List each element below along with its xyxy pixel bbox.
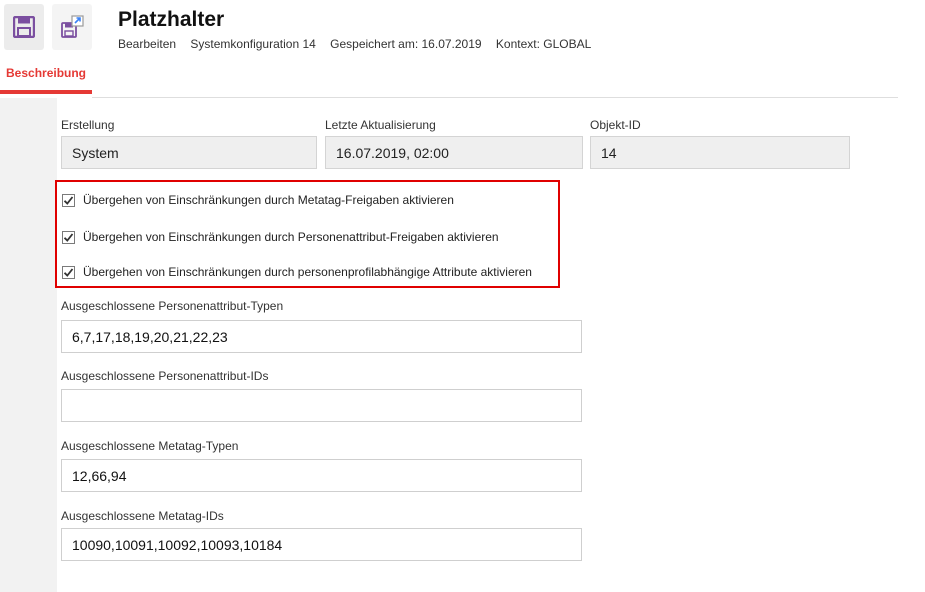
checkbox-label: Übergehen von Einschränkungen durch pers… (83, 265, 532, 279)
checkbox-label: Übergehen von Einschränkungen durch Pers… (83, 230, 499, 244)
save-as-button[interactable] (52, 4, 92, 50)
meta-context: Kontext: GLOBAL (495, 37, 592, 51)
checkbox-row-personenprofil[interactable]: Übergehen von Einschränkungen durch pers… (62, 264, 532, 280)
created-label: Erstellung (61, 118, 115, 132)
object-id-field: 14 (590, 136, 850, 169)
metatag-ids-label: Ausgeschlossene Metatag-IDs (61, 509, 224, 523)
save-button[interactable] (4, 4, 44, 50)
metatag-ids-input[interactable] (61, 528, 582, 561)
updated-field: 16.07.2019, 02:00 (325, 136, 583, 169)
object-id-label: Objekt-ID (590, 118, 641, 132)
header-meta: Bearbeiten Systemkonfiguration 14 Gespei… (118, 37, 602, 51)
check-icon (63, 195, 74, 205)
tab-active-indicator (0, 90, 92, 94)
meta-config: Systemkonfiguration 14 (190, 37, 316, 51)
page-title: Platzhalter (118, 8, 225, 31)
meta-saved: Gespeichert am: 16.07.2019 (330, 37, 482, 51)
updated-label: Letzte Aktualisierung (325, 118, 436, 132)
save-as-icon (61, 15, 84, 38)
person-attr-types-input[interactable] (61, 320, 582, 353)
tab-divider (92, 97, 898, 98)
person-attr-ids-input[interactable] (61, 389, 582, 422)
check-icon (63, 232, 74, 242)
checkbox-row-metatag[interactable]: Übergehen von Einschränkungen durch Meta… (62, 192, 454, 208)
tab-beschreibung[interactable]: Beschreibung (6, 66, 86, 80)
check-icon (63, 267, 74, 277)
left-gutter (0, 98, 57, 592)
checkbox-label: Übergehen von Einschränkungen durch Meta… (83, 193, 454, 207)
checkbox-personenprofil[interactable] (62, 265, 75, 279)
metatag-types-input[interactable] (61, 459, 582, 492)
person-attr-types-label: Ausgeschlossene Personenattribut-Typen (61, 299, 284, 313)
created-field: System (61, 136, 317, 169)
save-icon (13, 16, 35, 38)
checkbox-metatag[interactable] (62, 193, 75, 207)
meta-action: Bearbeiten (118, 37, 177, 51)
person-attr-ids-label: Ausgeschlossene Personenattribut-IDs (61, 369, 269, 383)
metatag-types-label: Ausgeschlossene Metatag-Typen (61, 439, 239, 453)
checkbox-row-personenattribut[interactable]: Übergehen von Einschränkungen durch Pers… (62, 229, 499, 245)
checkbox-personenattribut[interactable] (62, 230, 75, 244)
toolbar (0, 0, 110, 58)
